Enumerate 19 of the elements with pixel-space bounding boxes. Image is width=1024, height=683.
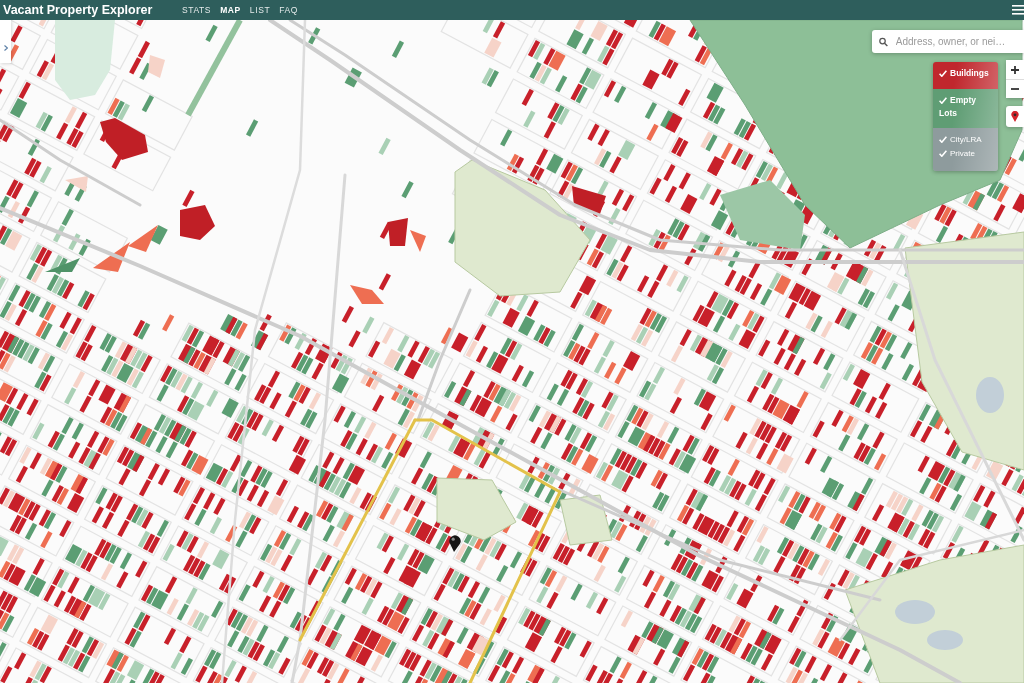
nav-tab[interactable]: STATS (182, 4, 212, 16)
plus-icon (1011, 65, 1019, 74)
minus-icon (1011, 88, 1019, 90)
map-pin-icon (1011, 111, 1019, 122)
app-title: Vacant Property Explorer (3, 2, 154, 19)
nav-tab[interactable]: FAQ (279, 4, 298, 16)
nav-tab[interactable]: LIST (249, 4, 271, 16)
locate-button[interactable] (1006, 106, 1024, 127)
zoom-out-button[interactable] (1006, 79, 1024, 98)
chevron-icon (3, 45, 8, 51)
search-input[interactable]: Address, owner, or nei… (895, 34, 1018, 49)
nav-tab[interactable]: MAP (220, 4, 241, 16)
panel-toggle-button[interactable] (0, 20, 11, 63)
search-icon (879, 36, 888, 47)
menu-icon[interactable] (1012, 5, 1024, 15)
layer-toggle[interactable]: Buildings (939, 67, 993, 80)
zoom-in-button[interactable] (1006, 60, 1024, 79)
map-marker-icon[interactable] (449, 535, 461, 552)
search-field[interactable]: Address, owner, or nei… (872, 30, 1024, 53)
